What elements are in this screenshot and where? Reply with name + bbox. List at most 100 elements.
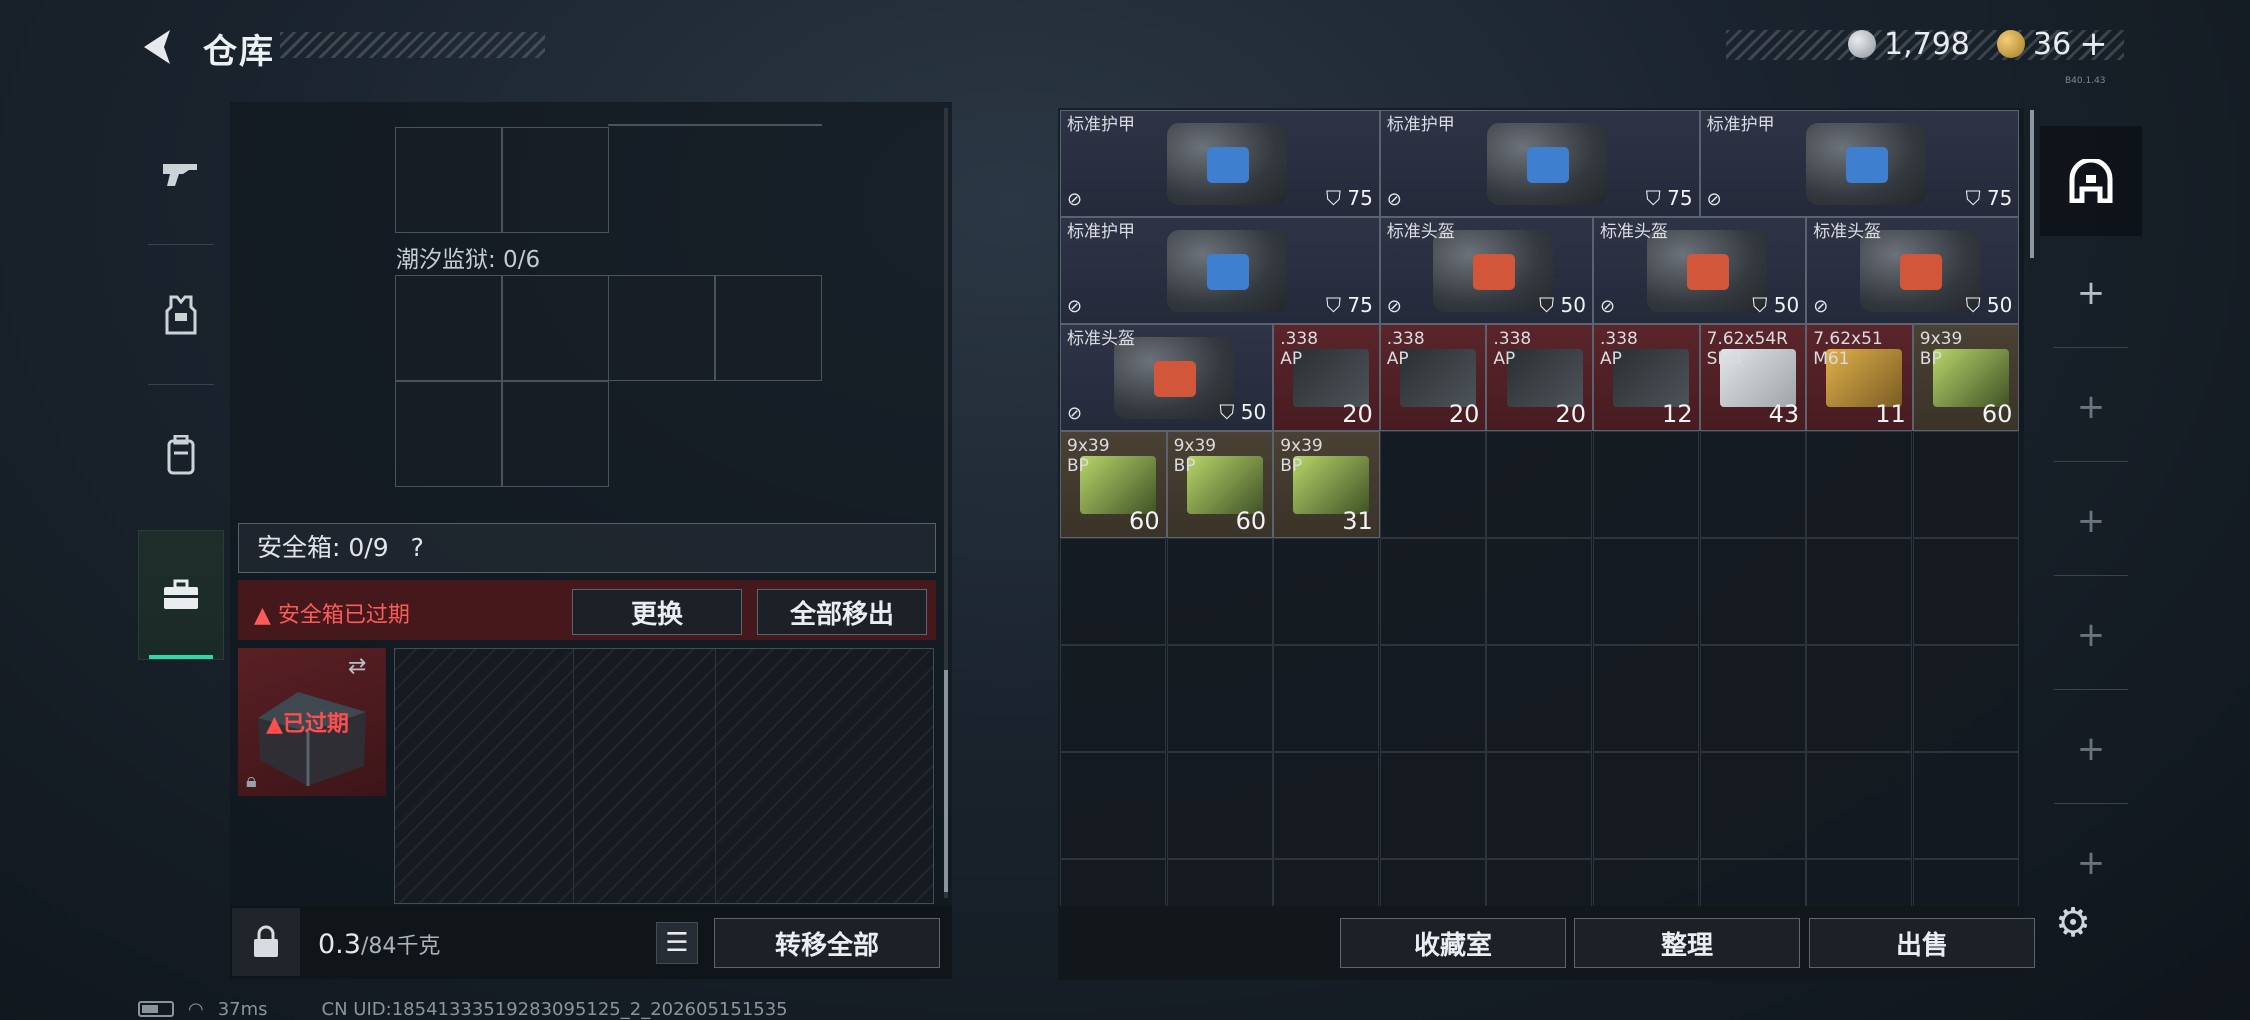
expired-warning: ▲ 安全箱已过期 (254, 597, 410, 629)
storage-slot[interactable] (502, 127, 609, 233)
inventory-slot[interactable] (1486, 752, 1593, 859)
list-view-button[interactable]: ☰ (656, 922, 698, 964)
sell-button[interactable]: 出售 (1809, 918, 2035, 968)
inventory-scrollbar[interactable] (2030, 110, 2034, 258)
inventory-slot[interactable] (1060, 752, 1166, 859)
inventory-slot[interactable] (1699, 645, 1806, 752)
tab-weapons[interactable] (138, 110, 224, 240)
tab-add-4[interactable]: + (2040, 580, 2142, 690)
tab-add-3[interactable]: + (2040, 466, 2142, 576)
inventory-slot[interactable] (1379, 431, 1486, 538)
inventory-slot[interactable] (1912, 645, 2019, 752)
inventory-slot[interactable] (1273, 538, 1380, 645)
armor-item[interactable]: ⊘ ⛉ 75 标准护甲 (1379, 110, 1700, 217)
inventory-slot[interactable] (1060, 538, 1166, 645)
helmet-item[interactable]: ⊘ ⛉ 50 标准头盔 (1379, 217, 1593, 324)
inventory-grid[interactable]: ⊘ ⛉ 75 标准护甲 ⊘ ⛉ 75 标准护甲 ⊘ ⛉ 75 标准护甲 ⊘ ⛉ 75 标准护甲 ⊘ ⛉ 5… (1060, 110, 2022, 906)
inventory-slot[interactable] (1166, 859, 1273, 906)
inventory-slot[interactable] (1912, 431, 2019, 538)
move-all-out-button[interactable]: 全部移出 (757, 589, 927, 635)
inventory-slot[interactable] (1379, 752, 1486, 859)
prison-slot[interactable] (715, 275, 822, 381)
ammo-item[interactable]: 20 .338 AP (1273, 324, 1380, 431)
tab-add-2[interactable]: + (2040, 352, 2142, 462)
inventory-slot[interactable] (1486, 431, 1593, 538)
storage-slot[interactable] (395, 127, 502, 233)
durability-badge: ⛉ 75 (1326, 293, 1373, 317)
ammo-item[interactable]: 60 9x39 BP (1912, 324, 2020, 431)
prison-slot[interactable] (502, 275, 609, 381)
ammo-item[interactable]: 60 9x39 BP (1166, 431, 1274, 538)
add-token-icon[interactable]: + (2079, 24, 2108, 64)
inventory-slot[interactable] (1912, 752, 2019, 859)
inventory-slot[interactable] (1060, 859, 1166, 906)
ammo-item[interactable]: 43 7.62x54R SNB (1699, 324, 1807, 431)
tab-warehouse[interactable] (2040, 126, 2142, 236)
durability-value: 50 (1560, 293, 1586, 317)
inventory-slot[interactable] (1806, 645, 1913, 752)
settings-gear-icon[interactable]: ⚙ (2050, 900, 2096, 946)
inventory-slot[interactable] (1593, 752, 1699, 859)
inventory-slot[interactable] (1379, 645, 1486, 752)
prison-slot[interactable] (395, 275, 502, 381)
inventory-slot[interactable] (1166, 538, 1273, 645)
helmet-case-icon (1113, 337, 1234, 419)
helmet-item[interactable]: ⊘ ⛉ 50 标准头盔 (1806, 217, 2020, 324)
inventory-slot[interactable] (1699, 859, 1806, 906)
inventory-slot[interactable] (1273, 752, 1380, 859)
inventory-slot[interactable] (1806, 752, 1913, 859)
armor-item[interactable]: ⊘ ⛉ 75 标准护甲 (1060, 110, 1380, 217)
ammo-item[interactable]: 31 9x39 BP (1273, 431, 1380, 538)
prison-slot[interactable] (395, 381, 502, 487)
safebox-grid[interactable] (394, 648, 934, 904)
collection-room-button[interactable]: 收藏室 (1340, 918, 1566, 968)
ammo-item[interactable]: 20 .338 AP (1486, 324, 1593, 431)
inventory-slot[interactable] (1699, 752, 1806, 859)
left-scrollbar-thumb[interactable] (944, 670, 948, 892)
inventory-slot[interactable] (1379, 859, 1486, 906)
tab-backpack[interactable] (138, 390, 224, 520)
inventory-slot[interactable] (1166, 645, 1273, 752)
inventory-slot[interactable] (1699, 431, 1806, 538)
token-display[interactable]: 36 + (1997, 24, 2108, 64)
ammo-item[interactable]: 11 7.62x51 M61 (1806, 324, 1913, 431)
prison-slot[interactable] (502, 381, 609, 487)
inventory-slot[interactable] (1379, 538, 1486, 645)
weight-lock-icon[interactable] (232, 908, 300, 976)
inventory-slot[interactable] (1166, 752, 1273, 859)
swap-icon[interactable]: ⇄ (348, 654, 366, 679)
inventory-slot[interactable] (1699, 538, 1806, 645)
inventory-slot[interactable] (1273, 859, 1380, 906)
sort-button[interactable]: 整理 (1574, 918, 1800, 968)
inventory-slot[interactable] (1912, 538, 2019, 645)
helmet-item[interactable]: ⊘ ⛉ 50 标准头盔 (1060, 324, 1274, 431)
inventory-slot[interactable] (1593, 431, 1699, 538)
inventory-slot[interactable] (1486, 859, 1593, 906)
tab-armor[interactable] (138, 250, 224, 380)
inventory-slot[interactable] (1593, 645, 1699, 752)
ammo-item[interactable]: 60 9x39 BP (1060, 431, 1167, 538)
helmet-item[interactable]: ⊘ ⛉ 50 标准头盔 (1593, 217, 1807, 324)
armor-item[interactable]: ⊘ ⛉ 75 标准护甲 (1699, 110, 2020, 217)
tab-add-1[interactable]: + (2040, 238, 2142, 348)
inventory-slot[interactable] (1486, 645, 1593, 752)
ammo-item[interactable]: 20 .338 AP (1379, 324, 1487, 431)
inventory-slot[interactable] (1273, 645, 1380, 752)
transfer-all-button[interactable]: 转移全部 (714, 918, 940, 968)
prison-slot[interactable] (608, 275, 715, 381)
help-icon[interactable]: ? (411, 533, 424, 562)
inventory-slot[interactable] (1806, 538, 1913, 645)
tab-add-5[interactable]: + (2040, 694, 2142, 804)
inventory-slot[interactable] (1593, 538, 1699, 645)
armor-item[interactable]: ⊘ ⛉ 75 标准护甲 (1060, 217, 1380, 324)
inventory-slot[interactable] (1486, 538, 1593, 645)
inventory-slot[interactable] (1806, 859, 1913, 906)
ammo-item[interactable]: 12 .338 AP (1593, 324, 1700, 431)
tab-safebox[interactable] (138, 530, 224, 660)
inventory-slot[interactable] (1060, 645, 1166, 752)
replace-button[interactable]: 更换 (572, 589, 742, 635)
inventory-slot[interactable] (1912, 859, 2019, 906)
back-arrow-icon[interactable] (136, 24, 182, 70)
inventory-slot[interactable] (1806, 431, 1913, 538)
inventory-slot[interactable] (1593, 859, 1699, 906)
